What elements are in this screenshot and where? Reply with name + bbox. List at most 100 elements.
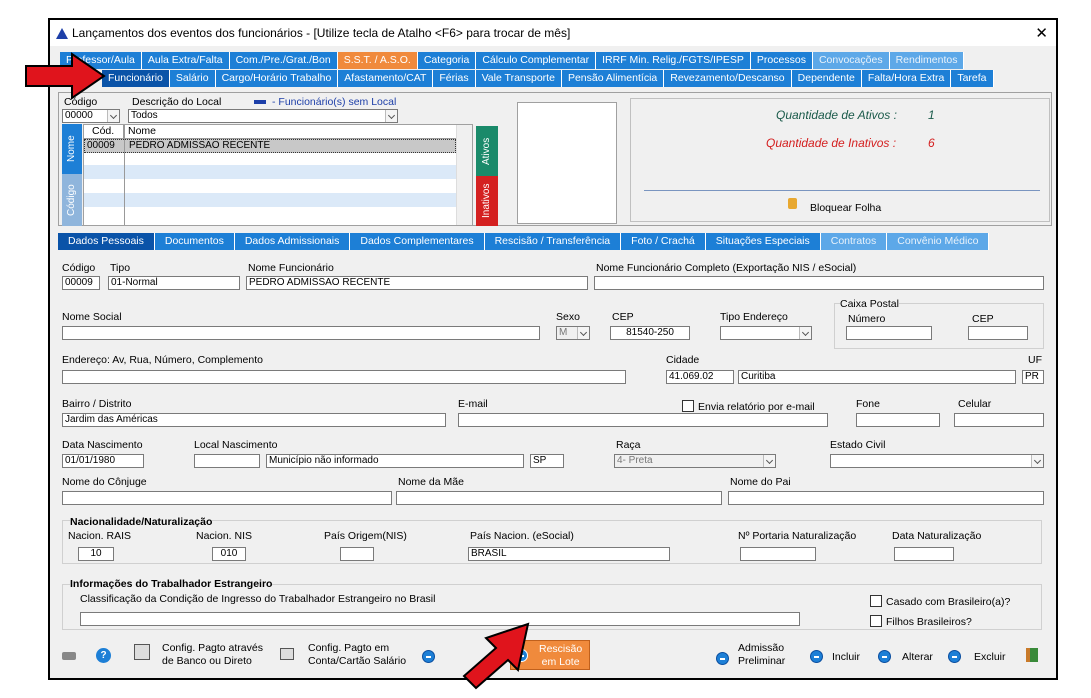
cidade-field[interactable]: Curitiba [738,370,1016,384]
tab-dados-admissionais[interactable]: Dados Admissionais [234,233,351,250]
red-arrow-up-right [462,622,530,690]
bairro-field[interactable]: Jardim das Américas [62,413,446,427]
tab-foto-cracha[interactable]: Foto / Crachá [621,233,706,250]
bank-icon[interactable] [134,644,150,660]
side-tab-codigo[interactable]: Código [62,174,82,226]
tab-categoria[interactable]: Categoria [417,52,477,69]
sexo-select[interactable]: M [556,326,590,340]
legend-swatch [254,100,266,104]
excluir-icon [948,650,961,663]
tab-rendimentos[interactable]: Rendimentos [889,52,965,69]
tab-aula-extra-falta[interactable]: Aula Extra/Falta [141,52,230,69]
tipo-field[interactable]: 01-Normal [108,276,240,290]
side-tab-nome[interactable]: Nome [62,124,82,174]
tab-convocac-o-es[interactable]: Convocações [812,52,890,69]
tab-pensa-o-alimenti-cia[interactable]: Pensão Alimentícia [561,70,665,87]
local-desc-select[interactable]: Todos [128,109,398,123]
municipio-field[interactable]: Município não informado [266,454,524,468]
tab-irrf-min-relig-fgts-ipesp[interactable]: IRRF Min. Relig./FGTS/IPESP [596,52,751,69]
email-field[interactable] [458,413,828,427]
tab-revezamento-descanso[interactable]: Revezamento/Descanso [664,70,792,87]
tab-s-s-t-a-s-o[interactable]: S.S.T. / A.S.O. [337,52,418,69]
endereco-field[interactable] [62,370,626,384]
tab-processos[interactable]: Processos [750,52,813,69]
pais-nacion-field[interactable]: BRASIL [468,547,670,561]
tab-vale-transporte[interactable]: Vale Transporte [475,70,562,87]
nac-rais-field[interactable]: 10 [78,547,114,561]
fone-field[interactable] [856,413,940,427]
filhos-checkbox[interactable] [870,615,882,627]
cidade-codigo-field[interactable]: 41.069.02 [666,370,734,384]
tab-com-pre-grat-bon[interactable]: Com./Pre./Grat./Bon [229,52,338,69]
estado-civil-select[interactable] [830,454,1044,468]
portaria-field[interactable] [740,547,816,561]
incluir-button[interactable]: Incluir [832,651,860,663]
mae-field[interactable] [396,491,722,505]
lock-icon[interactable] [788,198,797,209]
employee-grid[interactable]: Cód. Nome 00009 PEDRO ADMISSAO RECENTE [83,124,473,226]
close-icon[interactable]: ✕ [1035,24,1048,42]
grid-scrollbar[interactable] [456,125,472,225]
codigo-field[interactable]: 00009 [62,276,100,290]
tab-dependente[interactable]: Dependente [791,70,862,87]
ativos-tab[interactable]: Ativos [476,126,498,176]
cep-label: CEP [612,311,634,323]
pai-field[interactable] [728,491,1044,505]
inativos-tab[interactable]: Inativos [476,176,498,226]
help-icon[interactable]: ? [96,648,111,663]
cep-field[interactable]: 81540-250 [610,326,690,340]
nome-social-field[interactable] [62,326,540,340]
tab-afastamento-cat[interactable]: Afastamento/CAT [338,70,434,87]
tab-conve-nio-me-dico[interactable]: Convênio Médico [887,233,990,250]
tab-ca-lculo-complementar[interactable]: Cálculo Complementar [476,52,597,69]
exit-icon[interactable] [1026,648,1038,662]
tab-fe-rias[interactable]: Férias [433,70,476,87]
bloquear-folha-label[interactable]: Bloquear Folha [810,202,881,214]
tab-documentos[interactable]: Documentos [154,233,235,250]
tab-dados-complementares[interactable]: Dados Complementares [350,233,485,250]
caixa-postal-label: Caixa Postal [840,298,899,310]
card-icon[interactable] [280,648,294,660]
tab-tarefa[interactable]: Tarefa [951,70,994,87]
casado-checkbox[interactable] [870,595,882,607]
tab-rescisa-o-transfere-ncia[interactable]: Rescisão / Transferência [484,233,622,250]
caixa-cep-field[interactable] [968,326,1028,340]
tab-contratos[interactable]: Contratos [820,233,888,250]
excluir-button[interactable]: Excluir [974,651,1006,663]
alterar-button[interactable]: Alterar [902,651,933,663]
plus-icon [716,652,729,665]
nascimento-field[interactable]: 01/01/1980 [62,454,144,468]
nac-nis-label: Nacion. NIS [196,530,253,542]
pais-origem-field[interactable] [340,547,374,561]
tab-funciona-rio[interactable]: Funcionário [102,70,170,87]
local-code-select[interactable]: 00000 [62,109,120,123]
tab-dados-pessoais[interactable]: Dados Pessoais [58,233,155,250]
admissao-preliminar-button[interactable]: Admissão Preliminar [738,642,785,668]
data-nat-field[interactable] [894,547,954,561]
uf-field[interactable]: PR [1022,370,1044,384]
celular-field[interactable] [954,413,1044,427]
tab-situac-o-es-especiais[interactable]: Situações Especiais [705,233,821,250]
app-icon [56,27,68,39]
uf-nascimento-field[interactable]: SP [530,454,564,468]
table-row[interactable]: 00009 PEDRO ADMISSAO RECENTE [84,139,456,153]
printer-icon[interactable] [62,652,76,660]
nac-nis-field[interactable]: 010 [212,547,246,561]
tab-falta-hora-extra[interactable]: Falta/Hora Extra [861,70,952,87]
caixa-numero-field[interactable] [846,326,932,340]
nome-field[interactable]: PEDRO ADMISSAO RECENTE [246,276,588,290]
conjuge-field[interactable] [62,491,392,505]
up-icon[interactable] [422,650,435,663]
config-conta-button[interactable]: Config. Pagto em Conta/Cartão Salário [308,642,406,668]
nome-completo-field[interactable] [594,276,1044,290]
tab-sala-rio[interactable]: Salário [169,70,216,87]
tab-cargo-hora-rio-trabalho[interactable]: Cargo/Horário Trabalho [215,70,339,87]
estrangeiro-class-field[interactable] [80,612,800,626]
raca-select[interactable]: 4- Preta [614,454,776,468]
codigo-field-label: Código [62,262,96,274]
tipo-endereco-label: Tipo Endereço [720,311,788,323]
config-banco-button[interactable]: Config. Pagto através de Banco ou Direto [162,642,263,668]
envia-email-checkbox[interactable] [682,400,694,412]
tipo-endereco-select[interactable] [720,326,812,340]
local-nascimento-codigo[interactable] [194,454,260,468]
